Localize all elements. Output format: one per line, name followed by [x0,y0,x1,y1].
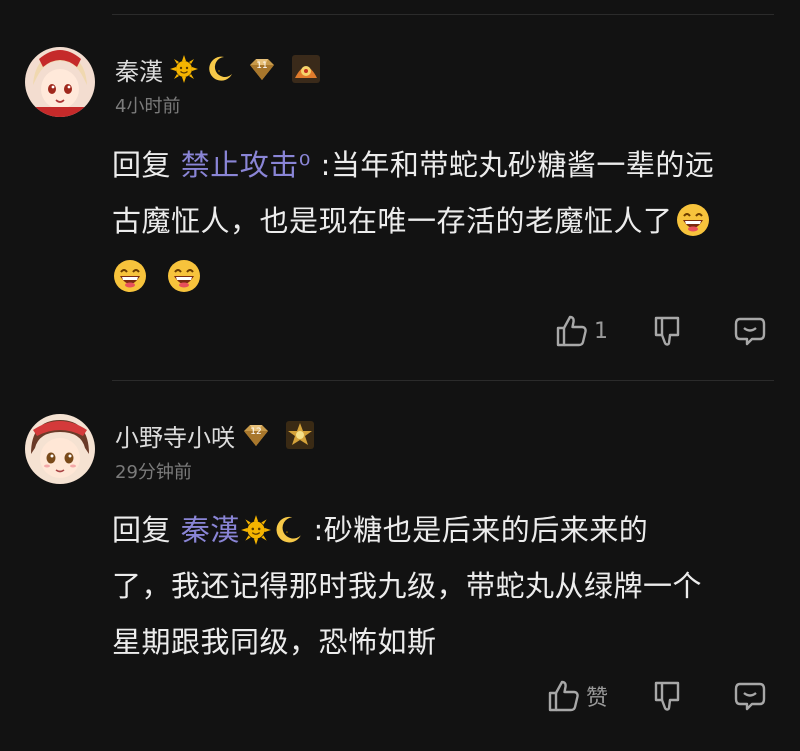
dislike-button[interactable] [650,678,686,714]
gold-medal-icon[interactable] [285,420,315,450]
avatar[interactable] [25,414,95,484]
sun-emoji-icon [169,54,199,84]
comment-line-1: 回复 秦漢 :砂糖也是后来的后来来的 [112,502,782,558]
level-badge: 11 [247,54,277,84]
reply-prefix: 回复 [112,513,172,547]
like-button[interactable]: 1 [554,313,608,349]
comment-text-line-2: 古魔怔人，也是现在唯一存活的老魔怔人了 [112,204,673,238]
laughing-emoji-icon [675,202,711,238]
top-divider [112,14,774,15]
thumb-up-icon [554,313,590,349]
moon-emoji-icon [272,514,304,546]
comment-line-3 [112,249,782,305]
comment-actions: 1 [0,313,800,353]
comment-line-1: 回复 禁止攻击⁰ :当年和带蛇丸砂糖酱一辈的远 [112,137,782,193]
like-label: 赞 [586,686,609,711]
thumb-up-icon [546,678,582,714]
level-badge: 12 [241,420,271,450]
comment-line-3: 星期跟我同级，恐怖如斯 [112,614,782,670]
comment-text-line-1: :当年和带蛇丸砂糖酱一辈的远 [320,148,715,182]
comment-text: 回复 秦漢 :砂糖也是后来的后来来的 了，我还记得那时我九级，带蛇丸从绿牌一个 … [112,502,782,670]
comment-divider [112,380,774,381]
reply-prefix: 回复 [112,148,172,182]
avatar[interactable] [25,47,95,117]
timestamp: 29分钟前 [115,462,192,483]
comment-line-2: 古魔怔人，也是现在唯一存活的老魔怔人了 [112,193,782,249]
username[interactable]: 秦漢 [115,52,163,87]
username[interactable]: 小野寺小咲 [115,418,235,453]
like-button[interactable]: 赞 [546,678,608,714]
name-row: 小野寺小咲 12 [115,418,315,452]
comment-icon [732,313,768,349]
laughing-emoji-icon [166,258,202,294]
comment-line-2: 了，我还记得那时我九级，带蛇丸从绿牌一个 [112,558,782,614]
reply-target-link[interactable]: 秦漢 [181,513,304,547]
reply-target-link[interactable]: 禁止攻击⁰ [181,148,311,182]
timestamp: 4小时前 [115,96,181,117]
thumb-down-icon [650,678,686,714]
reply-target-name: 秦漢 [180,513,240,547]
reply-button[interactable] [732,678,768,714]
comment-actions: 赞 [0,678,800,718]
comment-text: 回复 禁止攻击⁰ :当年和带蛇丸砂糖酱一辈的远 古魔怔人，也是现在唯一存活的老魔… [112,137,782,305]
comment-text-line-1: :砂糖也是后来的后来来的 [313,513,649,547]
comment-icon [732,678,768,714]
sun-emoji-icon [240,514,272,546]
comment-text-line-3: 星期跟我同级，恐怖如斯 [112,625,437,659]
name-row: 秦漢 11 [115,52,321,86]
reply-button[interactable] [732,313,768,349]
dislike-button[interactable] [650,313,686,349]
thumb-down-icon [650,313,686,349]
laughing-emoji-icon [112,258,148,294]
level-number: 11 [256,61,268,71]
comment-text-line-2: 了，我还记得那时我九级，带蛇丸从绿牌一个 [112,569,703,603]
like-count: 1 [594,318,608,344]
level-number: 12 [250,427,262,437]
fan-medal-icon[interactable] [291,54,321,84]
moon-emoji-icon [205,54,235,84]
